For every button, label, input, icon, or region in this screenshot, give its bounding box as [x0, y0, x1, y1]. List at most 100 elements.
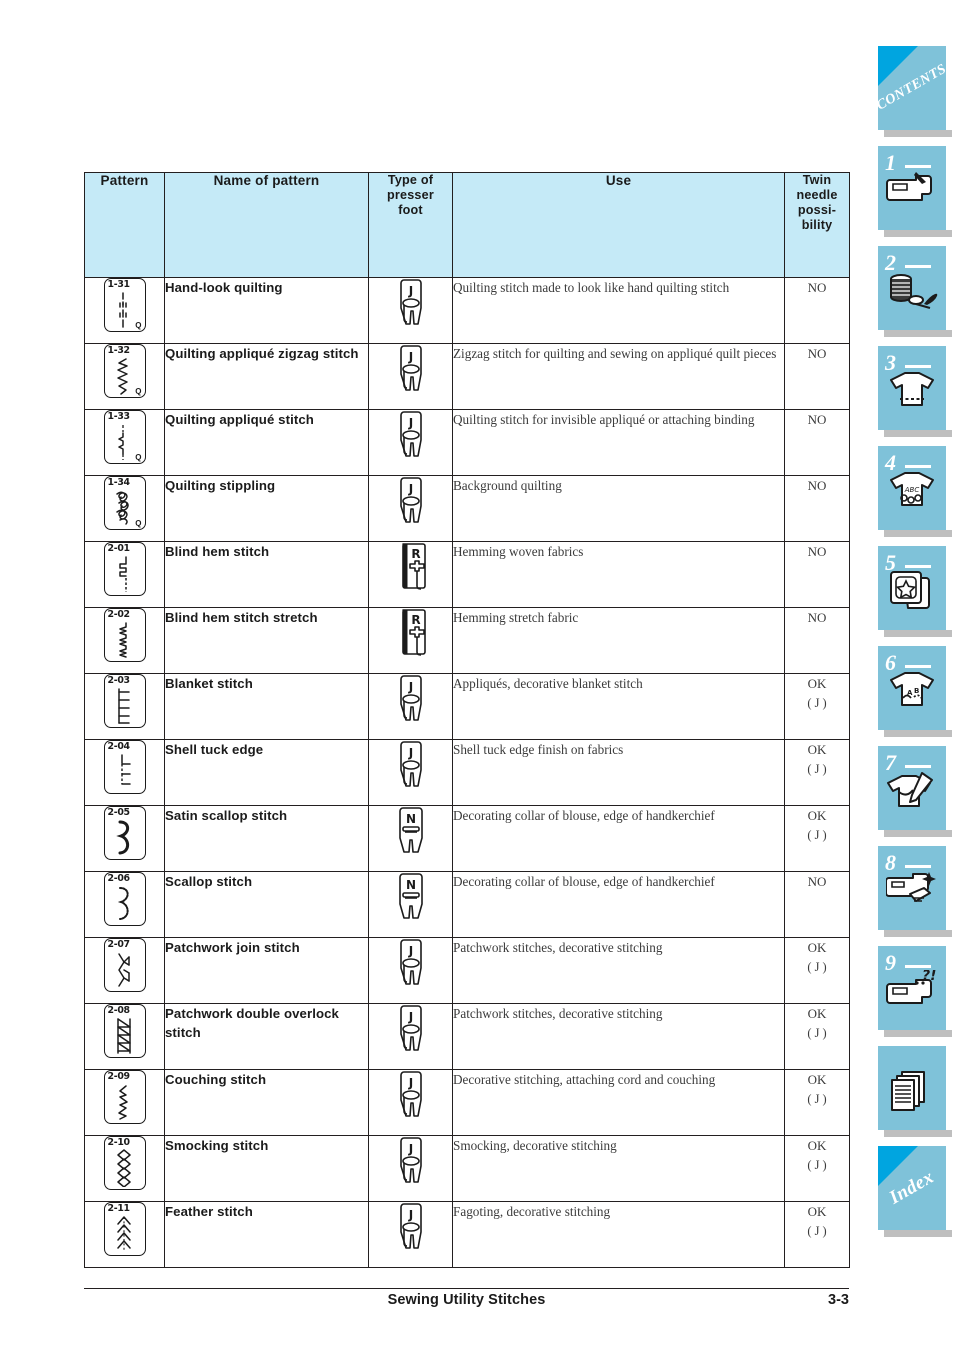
chapter-tab-chapter-9[interactable]: 9?!	[878, 946, 952, 1037]
tab-shadow	[884, 830, 952, 837]
twin-needle-value: OK	[807, 1138, 827, 1153]
svg-text:ABC: ABC	[904, 486, 920, 494]
presser-foot-cell: J	[368, 1003, 453, 1070]
svg-text:B: B	[914, 687, 919, 695]
tab-dash-icon	[905, 365, 931, 368]
presser-foot-head-line1: Type of	[387, 173, 434, 187]
use-cell: Shell tuck edge finish on fabrics	[452, 739, 785, 806]
presser-foot-cell: R	[368, 607, 453, 674]
pattern-cell: 2-04	[84, 739, 165, 806]
stitch-table-container: Pattern Name of pattern Type of presser …	[84, 172, 850, 1268]
presser-foot-j-icon: J	[393, 278, 429, 328]
pattern-name-cell: Scallop stitch	[164, 871, 369, 938]
pattern-id-label: 2-01	[107, 543, 131, 554]
twin-needle-cell: NO	[784, 475, 850, 542]
presser-foot-r-icon: R	[393, 608, 429, 658]
twin-head-line4: bility	[801, 217, 833, 232]
twin-needle-cell: OK ( J )	[784, 739, 850, 806]
chapter-tab-chapter-4[interactable]: 4 ABC	[878, 446, 952, 537]
table-row: 1-32 Q Quilting appliqué zigzag stitch J Zig…	[84, 343, 850, 410]
twin-needle-cell: NO	[784, 277, 850, 344]
manual-page: Pattern Name of pattern Type of presser …	[0, 0, 954, 1346]
pattern-cell: 2-11	[84, 1201, 165, 1268]
chapter-tab-chapter-5[interactable]: 5	[878, 546, 952, 637]
pattern-name-cell: Hand-look quilting	[164, 277, 369, 344]
presser-foot-n-icon: N	[393, 872, 429, 922]
table-row: 2-05 Satin scallop stitch N Decorating coll…	[84, 805, 850, 872]
table-body: 1-31 Q Hand-look quilting J Quilting stitch …	[84, 277, 850, 1268]
chapter-tab-index[interactable]: Index	[878, 1146, 952, 1237]
chapter-tab-appendix[interactable]	[878, 1046, 952, 1137]
presser-foot-head-line3: foot	[398, 202, 423, 217]
stitch-table: Pattern Name of pattern Type of presser …	[84, 172, 850, 1268]
pattern-name-cell: Blind hem stitch stretch	[164, 607, 369, 674]
column-header-twin-needle: Twin needle possi- bility	[784, 172, 850, 278]
twin-needle-foot: ( J )	[807, 1026, 827, 1041]
tab-shadow	[884, 430, 952, 437]
table-row: 2-04 Shell tuck edge J Shell tuck edge fini…	[84, 739, 850, 806]
svg-text:J: J	[407, 1208, 412, 1222]
feather-stitch-art	[105, 1215, 145, 1255]
pattern-id-label: 1-31	[107, 279, 131, 290]
tab-shadow	[884, 1130, 952, 1137]
presser-foot-cell: J	[368, 277, 453, 344]
twin-needle-cell: NO	[784, 343, 850, 410]
twin-needle-value: OK	[807, 1204, 827, 1219]
chapter-tab-chapter-8[interactable]: 8	[878, 846, 952, 937]
svg-text:J: J	[407, 1142, 412, 1156]
presser-foot-cell: J	[368, 1135, 453, 1202]
pattern-id-label: 2-10	[107, 1137, 131, 1148]
twin-needle-value: NO	[807, 346, 827, 361]
twin-needle-cell: OK ( J )	[784, 1003, 850, 1070]
chapter-tab-chapter-7[interactable]: 7	[878, 746, 952, 837]
pattern-id-label: 1-34	[107, 477, 131, 488]
twin-needle-foot: ( J )	[807, 1158, 827, 1173]
pattern-chip: 2-04	[103, 740, 146, 794]
twin-needle-foot: ( J )	[807, 762, 827, 777]
chapter-tab-chapter-6[interactable]: 6AB	[878, 646, 952, 737]
table-row: 2-06 Scallop stitch N Decorating collar of …	[84, 871, 850, 938]
shirt-hem-icon	[878, 370, 946, 428]
pattern-name-cell: Quilting appliqué zigzag stitch	[164, 343, 369, 410]
chapter-tab-chapter-1[interactable]: 1	[878, 146, 952, 237]
use-cell: Hemming stretch fabric	[452, 607, 785, 674]
chapter-tab-chapter-3[interactable]: 3	[878, 346, 952, 437]
pattern-id-label: 2-02	[107, 609, 131, 620]
twin-head-line1: Twin	[802, 173, 832, 187]
twin-needle-value: OK	[807, 1072, 827, 1087]
pattern-cell: 2-05	[84, 805, 165, 872]
twin-needle-cell: NO	[784, 541, 850, 608]
table-row: 1-31 Q Hand-look quilting J Quilting stitch …	[84, 277, 850, 344]
presser-foot-j-icon: J	[393, 410, 429, 460]
appendix-pages-icon	[878, 1070, 946, 1128]
tab-dash-icon	[905, 265, 931, 268]
presser-foot-j-icon: J	[393, 1070, 429, 1120]
pattern-name-cell: Blind hem stitch	[164, 541, 369, 608]
pattern-chip: 2-06	[103, 872, 146, 926]
tab-shadow	[884, 530, 952, 537]
table-row: 1-33 Q Quilting appliqué stitch J Quilting s…	[84, 409, 850, 476]
tab-dash-icon	[905, 765, 931, 768]
use-cell: Decorating collar of blouse, edge of han…	[452, 805, 785, 872]
twin-needle-cell: OK ( J )	[784, 673, 850, 740]
presser-foot-j-icon: J	[393, 1202, 429, 1252]
table-row: 2-02 Blind hem stitch stretch R Hemming str…	[84, 607, 850, 674]
svg-text:J: J	[407, 1076, 412, 1090]
tab-shadow	[884, 1230, 952, 1237]
pattern-id-label: 1-33	[107, 411, 131, 422]
svg-text:J: J	[407, 284, 412, 298]
pattern-chip: 2-07	[103, 938, 146, 992]
pattern-cell: 2-09	[84, 1069, 165, 1136]
tab-label: CONTENTS	[874, 61, 950, 114]
pattern-cell: 1-33 Q	[84, 409, 165, 476]
pattern-name-cell: Couching stitch	[164, 1069, 369, 1136]
pattern-id-label: 2-08	[107, 1005, 131, 1016]
chapter-tab-chapter-2[interactable]: 2	[878, 246, 952, 337]
twin-needle-foot: ( J )	[807, 960, 827, 975]
svg-text:N: N	[405, 812, 415, 826]
svg-text:R: R	[411, 613, 420, 627]
chapter-tab-contents[interactable]: CONTENTS	[874, 46, 952, 137]
quilting-stippling-art	[105, 489, 145, 529]
presser-foot-cell: N	[368, 871, 453, 938]
use-cell: Quilting stitch made to look like hand q…	[452, 277, 785, 344]
